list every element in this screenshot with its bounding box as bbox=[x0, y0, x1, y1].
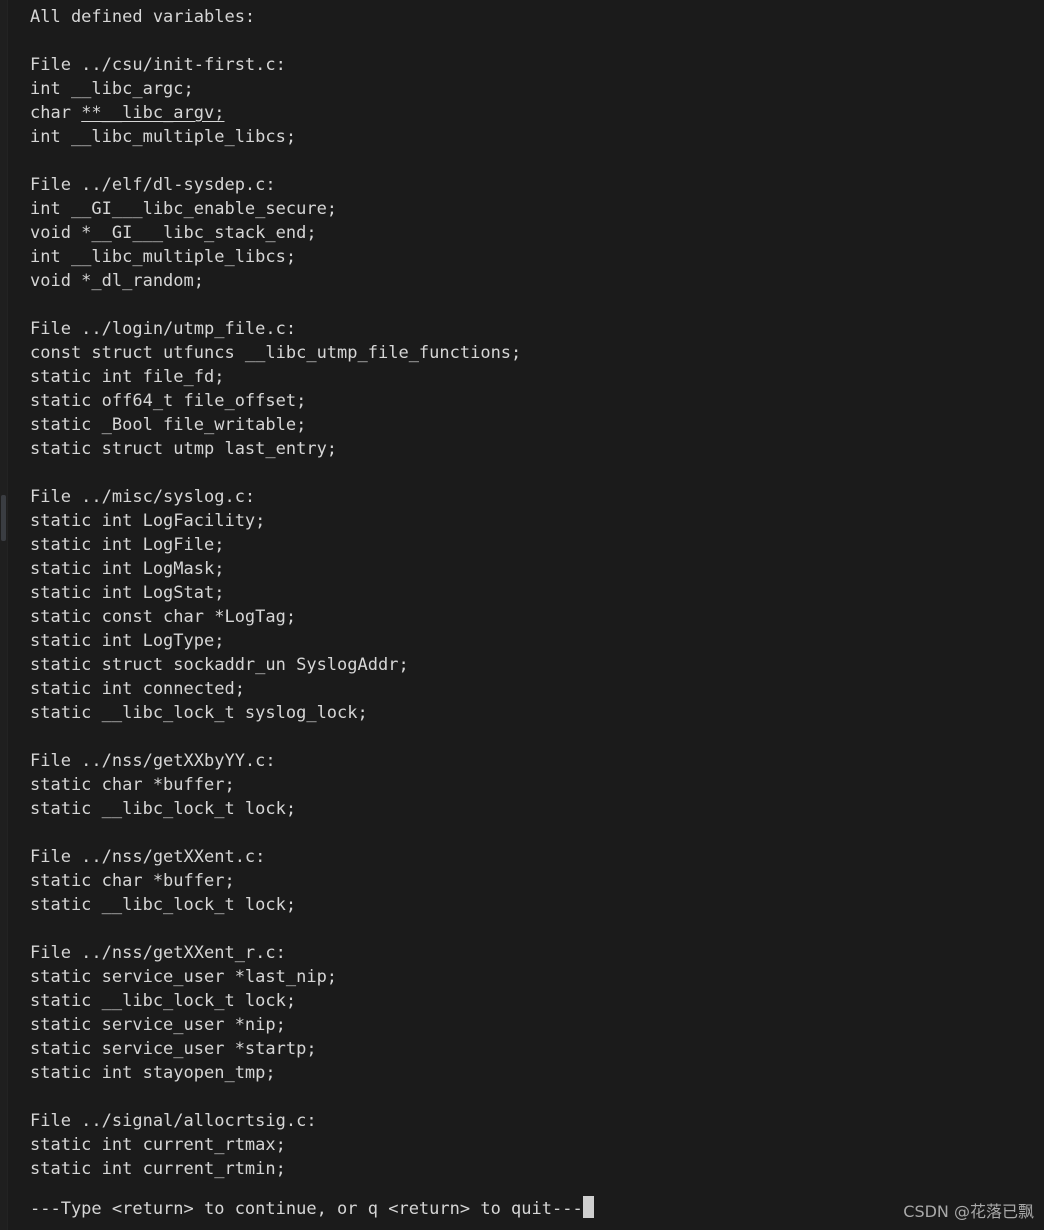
variable-declaration: static char *buffer; bbox=[30, 871, 235, 891]
file-heading: File ../nss/getXXbyYY.c: bbox=[30, 751, 276, 771]
underlined-span: **__libc_argv; bbox=[81, 103, 225, 123]
variable-declaration: static const char *LogTag; bbox=[30, 607, 297, 627]
variable-declaration: static __libc_lock_t lock; bbox=[30, 895, 297, 915]
vertical-scrollbar-track[interactable] bbox=[0, 0, 8, 1230]
file-heading: File ../signal/allocrtsig.c: bbox=[30, 1111, 317, 1131]
variable-declaration: static int LogMask; bbox=[30, 559, 225, 579]
file-heading: File ../csu/init-first.c: bbox=[30, 55, 286, 75]
terminal-output: All defined variables: File ../csu/init-… bbox=[30, 5, 1030, 1181]
variable-declaration: static int current_rtmax; bbox=[30, 1135, 286, 1155]
variable-declaration: static int LogFile; bbox=[30, 535, 225, 555]
variable-declaration: static __libc_lock_t lock; bbox=[30, 991, 297, 1011]
variable-declaration: const struct utfuncs __libc_utmp_file_fu… bbox=[30, 343, 522, 363]
variable-declaration: static _Bool file_writable; bbox=[30, 415, 307, 435]
variable-declaration: static service_user *nip; bbox=[30, 1015, 286, 1035]
csdn-watermark: CSDN @花落已飘 bbox=[903, 1202, 1034, 1221]
variable-declaration: void *_dl_random; bbox=[30, 271, 204, 291]
variable-declaration: static int LogFacility; bbox=[30, 511, 266, 531]
variable-declaration: int __libc_multiple_libcs; bbox=[30, 127, 297, 147]
output-header: All defined variables: bbox=[30, 7, 256, 27]
variable-declaration: static int LogType; bbox=[30, 631, 225, 651]
variable-declaration: int __GI___libc_enable_secure; bbox=[30, 199, 338, 219]
variable-declaration: static struct sockaddr_un SyslogAddr; bbox=[30, 655, 409, 675]
variable-declaration: char **__libc_argv; bbox=[30, 103, 225, 123]
variable-declaration: static __libc_lock_t lock; bbox=[30, 799, 297, 819]
file-heading: File ../nss/getXXent.c: bbox=[30, 847, 266, 867]
variable-declaration: int __libc_argc; bbox=[30, 79, 194, 99]
variable-declaration: static int LogStat; bbox=[30, 583, 225, 603]
variable-declaration: static __libc_lock_t syslog_lock; bbox=[30, 703, 368, 723]
variable-declaration: static struct utmp last_entry; bbox=[30, 439, 338, 459]
variable-declaration: void *__GI___libc_stack_end; bbox=[30, 223, 317, 243]
pager-prompt[interactable]: ---Type <return> to continue, or q <retu… bbox=[30, 1196, 594, 1220]
pager-prompt-text: ---Type <return> to continue, or q <retu… bbox=[30, 1199, 583, 1219]
variable-declaration: static int connected; bbox=[30, 679, 245, 699]
variable-declaration: static char *buffer; bbox=[30, 775, 235, 795]
file-heading: File ../nss/getXXent_r.c: bbox=[30, 943, 286, 963]
text-cursor bbox=[582, 1196, 594, 1218]
variable-declaration: static int current_rtmin; bbox=[30, 1159, 286, 1179]
variable-declaration: static int stayopen_tmp; bbox=[30, 1063, 276, 1083]
file-heading: File ../elf/dl-sysdep.c: bbox=[30, 175, 276, 195]
variable-declaration: static int file_fd; bbox=[30, 367, 225, 387]
variable-declaration: int __libc_multiple_libcs; bbox=[30, 247, 297, 267]
file-heading: File ../misc/syslog.c: bbox=[30, 487, 256, 507]
terminal-window: All defined variables: File ../csu/init-… bbox=[0, 0, 1044, 1230]
variable-declaration: static off64_t file_offset; bbox=[30, 391, 307, 411]
variable-declaration: static service_user *startp; bbox=[30, 1039, 317, 1059]
vertical-scrollbar-thumb[interactable] bbox=[1, 495, 6, 541]
variable-declaration: static service_user *last_nip; bbox=[30, 967, 338, 987]
file-heading: File ../login/utmp_file.c: bbox=[30, 319, 297, 339]
